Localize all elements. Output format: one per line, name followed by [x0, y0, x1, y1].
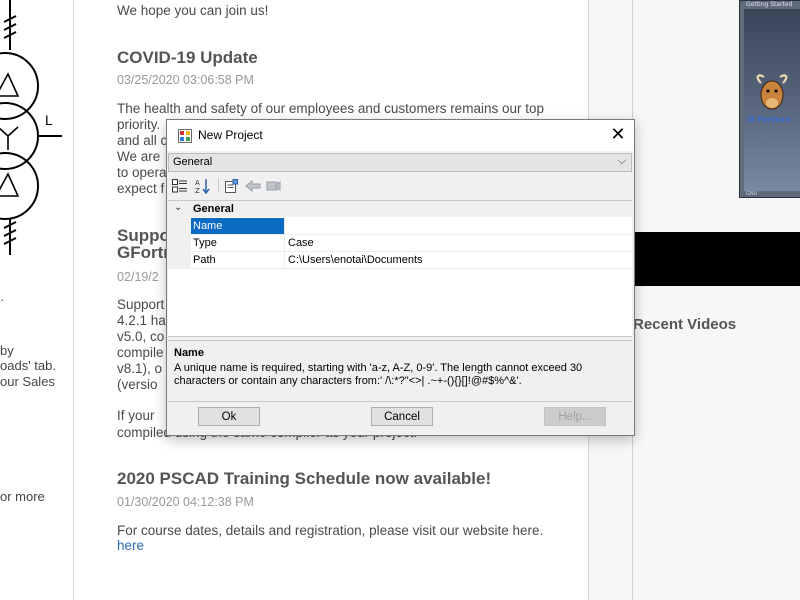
left-page-strip: L · by oads' tab. our Sales or more — [0, 0, 74, 600]
left-text-fragment: oads' tab. — [0, 358, 56, 373]
property-grid: ⌄ General Name Type Case Path C:\Users\e… — [168, 200, 632, 337]
intro-text: We hope you can join us! — [117, 3, 269, 18]
dialog-titlebar[interactable]: New Project ✕ — [167, 120, 634, 151]
support-body-line: Support — [117, 297, 165, 312]
support-title-line2[interactable]: GFortr — [117, 243, 170, 263]
svg-text:Z: Z — [195, 187, 200, 194]
covid-title[interactable]: COVID-19 Update — [117, 48, 258, 68]
property-category-row[interactable]: ⌄ General — [168, 201, 632, 217]
back-button[interactable] — [244, 177, 262, 195]
support-body-line: compile — [117, 345, 164, 360]
support-body-line: If your — [117, 408, 155, 423]
covid-date: 03/25/2020 03:06:58 PM — [117, 73, 254, 87]
video-player-bar[interactable] — [633, 232, 800, 286]
recent-videos-heading: Recent Videos — [633, 316, 737, 333]
symbol-label-l: L — [45, 112, 53, 128]
property-pages-icon — [225, 179, 238, 193]
sort-alphabetical-button[interactable]: A Z — [194, 177, 212, 195]
left-text-fragment: · — [0, 292, 5, 307]
close-icon: ✕ — [610, 124, 626, 144]
ok-button[interactable]: Ok — [198, 407, 260, 426]
help-button[interactable]: Help... — [544, 407, 606, 426]
forward-icon — [266, 180, 281, 192]
chevron-down-icon: ⌵ — [617, 155, 626, 167]
video-thumbnail-title: Getting Started — [746, 1, 793, 8]
help-title: Name — [174, 347, 204, 359]
property-type-label: Type — [191, 235, 285, 251]
property-name-label: Name — [191, 218, 285, 234]
property-row-type[interactable]: Type Case — [191, 235, 632, 252]
property-help-panel: Name A unique name is required, starting… — [168, 340, 632, 402]
covid-body-line: The health and safety of our employees a… — [117, 101, 544, 116]
training-link[interactable]: here — [117, 538, 144, 553]
project-icon — [178, 129, 192, 143]
dialog-title: New Project — [198, 128, 263, 142]
property-row-path[interactable]: Path C:\Users\enotai\Documents — [191, 252, 632, 269]
property-name-value[interactable] — [286, 218, 288, 234]
left-text-fragment: our Sales — [0, 374, 55, 389]
toolbar-separator — [218, 178, 219, 193]
covid-body-line: and all c — [117, 133, 168, 148]
support-body-line: v8.1), o — [117, 361, 163, 376]
gnu-logo-icon — [756, 74, 788, 110]
new-project-dialog: New Project ✕ General ⌵ A Z ⌄ General Na… — [166, 119, 635, 436]
category-dropdown[interactable]: General ⌵ — [168, 153, 632, 172]
video-thumbnail-small-text: GNU — [746, 191, 758, 197]
categorized-icon — [172, 179, 187, 193]
covid-body-line: to opera — [117, 165, 167, 180]
support-body-line: v5.0, co — [117, 329, 165, 344]
property-row-name[interactable]: Name — [191, 218, 632, 235]
video-thumbnail-caption: G Fortran — [748, 115, 791, 124]
covid-body-line: priority. — [117, 117, 161, 132]
training-body-line: For course dates, details and registrati… — [117, 523, 544, 538]
support-body-line: 4.2.1 ha — [117, 313, 166, 328]
property-path-label: Path — [191, 252, 285, 268]
property-toolbar: A Z — [168, 175, 632, 197]
property-category-label: General — [193, 203, 234, 215]
forward-button[interactable] — [265, 177, 283, 195]
left-text-fragment: by — [0, 343, 14, 358]
training-date: 01/30/2020 04:12:38 PM — [117, 495, 254, 509]
category-dropdown-value: General — [173, 156, 213, 168]
support-date: 02/19/2 — [117, 270, 159, 284]
left-text-fragment: or more — [0, 489, 45, 504]
svg-text:A: A — [195, 179, 200, 187]
transformer-symbol-icon — [0, 0, 62, 255]
categorized-button[interactable] — [171, 177, 189, 195]
covid-body-line: We are — [117, 149, 161, 164]
covid-body-line: expect f — [117, 181, 165, 196]
back-icon — [245, 179, 261, 193]
sidebar: Getting Started G Fortran GNU Recent Vid… — [632, 0, 800, 600]
property-pages-button[interactable] — [222, 177, 240, 195]
collapse-arrow-icon[interactable]: ⌄ — [174, 202, 182, 213]
help-description: A unique name is required, starting with… — [174, 362, 583, 387]
property-type-value[interactable]: Case — [286, 235, 314, 251]
support-body-line: (versio — [117, 377, 158, 392]
property-path-value[interactable]: C:\Users\enotai\Documents — [286, 252, 423, 268]
video-thumbnail[interactable]: Getting Started G Fortran GNU — [739, 0, 800, 198]
cancel-button[interactable]: Cancel — [371, 407, 433, 426]
sort-alpha-icon: A Z — [195, 179, 210, 194]
property-grid-gutter — [168, 217, 191, 269]
close-button[interactable]: ✕ — [602, 120, 634, 151]
training-title[interactable]: 2020 PSCAD Training Schedule now availab… — [117, 469, 491, 489]
